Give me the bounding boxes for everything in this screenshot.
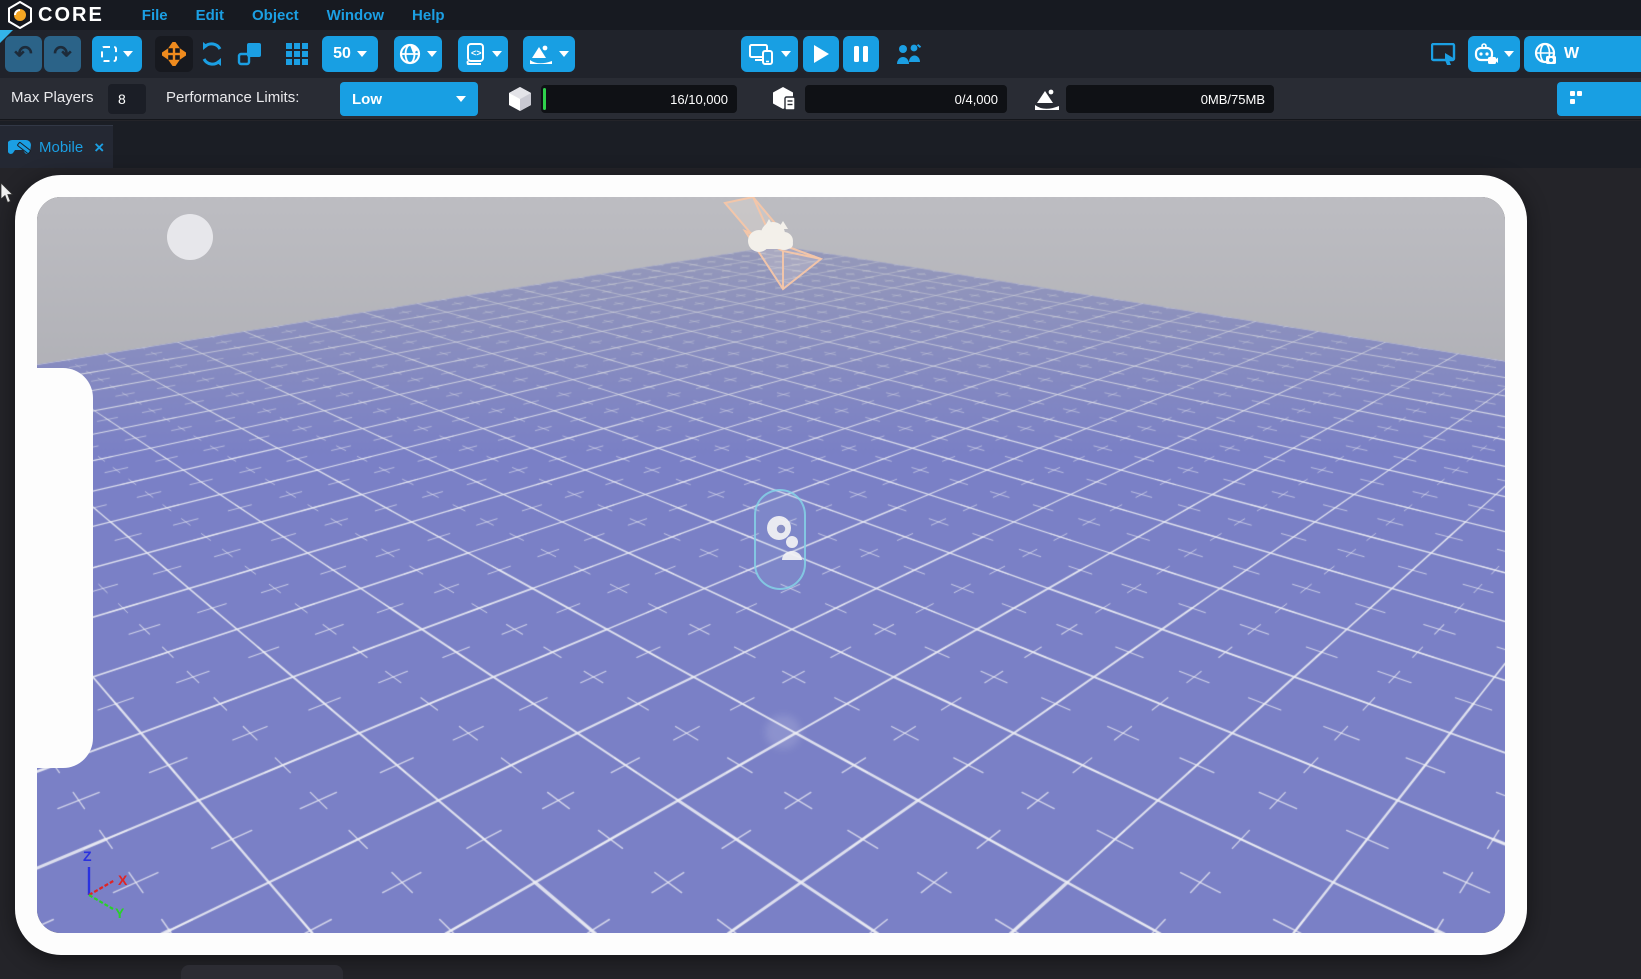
tool-bar: ↶ ↷ bbox=[0, 30, 1641, 78]
robot-camera-icon bbox=[1474, 42, 1498, 66]
mobile-ui-circle bbox=[167, 214, 213, 260]
tab-close-icon[interactable]: × bbox=[94, 139, 104, 156]
chevron-down-icon bbox=[357, 51, 367, 57]
tab-mobile-label: Mobile bbox=[39, 139, 83, 156]
object-count-meter-fill bbox=[543, 88, 546, 110]
grid-size-dropdown[interactable]: 50 bbox=[322, 36, 378, 72]
axis-y-label: Y bbox=[115, 905, 125, 921]
max-players-input[interactable]: 8 bbox=[108, 84, 146, 114]
script-icon: <> bbox=[464, 43, 486, 65]
multiplayer-icon bbox=[895, 42, 923, 66]
viewport-tab-bar: Mobile × bbox=[0, 121, 1641, 168]
performance-limits-dropdown[interactable]: Low bbox=[340, 82, 478, 116]
chevron-down-icon bbox=[427, 51, 437, 57]
terrain-icon bbox=[529, 43, 553, 65]
brand-wordmark: CORE bbox=[38, 4, 104, 27]
max-players-label: Max Players bbox=[11, 89, 94, 106]
chevron-down-icon bbox=[1504, 51, 1514, 57]
world-capture-label: W bbox=[1564, 45, 1579, 63]
object-count-value: 16/10,000 bbox=[670, 92, 728, 107]
networked-object-count-meter: 0/4,000 bbox=[805, 85, 1007, 113]
pause-button[interactable] bbox=[843, 36, 879, 72]
screen-share-icon bbox=[1431, 43, 1457, 65]
menu-help[interactable]: Help bbox=[398, 3, 459, 28]
menu-edit[interactable]: Edit bbox=[182, 3, 238, 28]
axis-x-label: X bbox=[118, 872, 128, 888]
world-camera-icon bbox=[1534, 42, 1558, 66]
viewport-area: Z X Y bbox=[0, 168, 1641, 979]
terrain-dropdown[interactable] bbox=[523, 36, 575, 72]
scale-tool-button[interactable] bbox=[233, 36, 267, 72]
chevron-down-icon bbox=[456, 96, 466, 102]
list-icon bbox=[1569, 89, 1583, 109]
player-capsule-gizmo[interactable] bbox=[754, 489, 806, 590]
multiplayer-preview-button[interactable] bbox=[892, 36, 926, 72]
terrain-memory-meter: 0MB/75MB bbox=[1066, 85, 1274, 113]
marquee-select-icon bbox=[101, 46, 117, 62]
networked-object-count-icon bbox=[772, 86, 796, 112]
grid-snap-button[interactable] bbox=[281, 36, 313, 72]
move-tool-button[interactable] bbox=[155, 36, 193, 72]
menu-object[interactable]: Object bbox=[238, 3, 313, 28]
script-dropdown[interactable]: <> bbox=[458, 36, 508, 72]
move-tool-icon bbox=[162, 42, 186, 66]
menu-window[interactable]: Window bbox=[313, 3, 398, 28]
chevron-down-icon bbox=[123, 51, 133, 57]
core-editor-window: CORE File Edit Object Window Help ↶ ↷ bbox=[0, 0, 1641, 979]
rotate-tool-button[interactable] bbox=[196, 36, 228, 72]
terrain-memory-value: 0MB/75MB bbox=[1201, 92, 1265, 107]
networked-object-count-value: 0/4,000 bbox=[955, 92, 998, 107]
screen-share-button[interactable] bbox=[1428, 36, 1460, 72]
tab-mobile[interactable]: Mobile × bbox=[0, 125, 113, 168]
axis-orientation-gizmo: Z X Y bbox=[65, 843, 141, 923]
bottom-panel-edge bbox=[181, 965, 343, 979]
player-icon bbox=[764, 515, 804, 563]
svg-text:<>: <> bbox=[471, 48, 482, 58]
device-notch bbox=[37, 368, 93, 768]
menu-bar: CORE File Edit Object Window Help bbox=[0, 0, 1641, 30]
main-menus: File Edit Object Window Help bbox=[128, 3, 459, 28]
grid-size-value: 50 bbox=[333, 45, 351, 63]
axis-z-label: Z bbox=[83, 848, 92, 864]
play-button[interactable] bbox=[803, 36, 839, 72]
redo-button[interactable]: ↷ bbox=[44, 36, 81, 72]
preview-device-dropdown[interactable] bbox=[741, 36, 798, 72]
chevron-down-icon bbox=[559, 51, 569, 57]
core-gamepad-hammer-icon bbox=[8, 137, 32, 157]
mobile-device-frame: Z X Y bbox=[15, 175, 1527, 955]
object-count-meter: 16/10,000 bbox=[541, 85, 737, 113]
redo-icon: ↷ bbox=[53, 43, 71, 65]
play-icon bbox=[812, 44, 830, 64]
bot-preview-dropdown[interactable] bbox=[1468, 36, 1520, 72]
pause-icon bbox=[853, 45, 869, 63]
chevron-down-icon bbox=[492, 51, 502, 57]
terrain-memory-icon bbox=[1034, 86, 1060, 112]
grid-icon bbox=[285, 42, 309, 66]
clipped-right-button[interactable] bbox=[1557, 82, 1641, 116]
world-capture-button[interactable]: W bbox=[1524, 36, 1641, 72]
device-screen: Z X Y bbox=[37, 197, 1505, 933]
scale-tool-icon bbox=[237, 42, 263, 66]
mouse-cursor bbox=[0, 183, 15, 204]
menu-file[interactable]: File bbox=[128, 3, 182, 28]
undo-icon: ↶ bbox=[14, 43, 32, 65]
multi-device-icon bbox=[749, 43, 775, 65]
brand: CORE bbox=[6, 1, 104, 29]
spawn-point-gizmo[interactable] bbox=[687, 197, 847, 297]
chevron-down-icon bbox=[781, 51, 791, 57]
object-count-icon bbox=[508, 86, 532, 112]
reflection-ghost bbox=[765, 715, 801, 749]
rotate-tool-icon bbox=[199, 41, 225, 67]
settings-bar: Max Players 8 Performance Limits: Low 16… bbox=[0, 78, 1641, 120]
globe-icon bbox=[399, 43, 421, 65]
performance-limits-label: Performance Limits: bbox=[166, 89, 299, 106]
coordinate-space-dropdown[interactable] bbox=[394, 36, 442, 72]
selection-mode-dropdown[interactable] bbox=[92, 36, 142, 72]
undo-button[interactable]: ↶ bbox=[5, 36, 42, 72]
performance-limits-value: Low bbox=[352, 91, 382, 108]
core-logo-icon bbox=[6, 1, 34, 29]
